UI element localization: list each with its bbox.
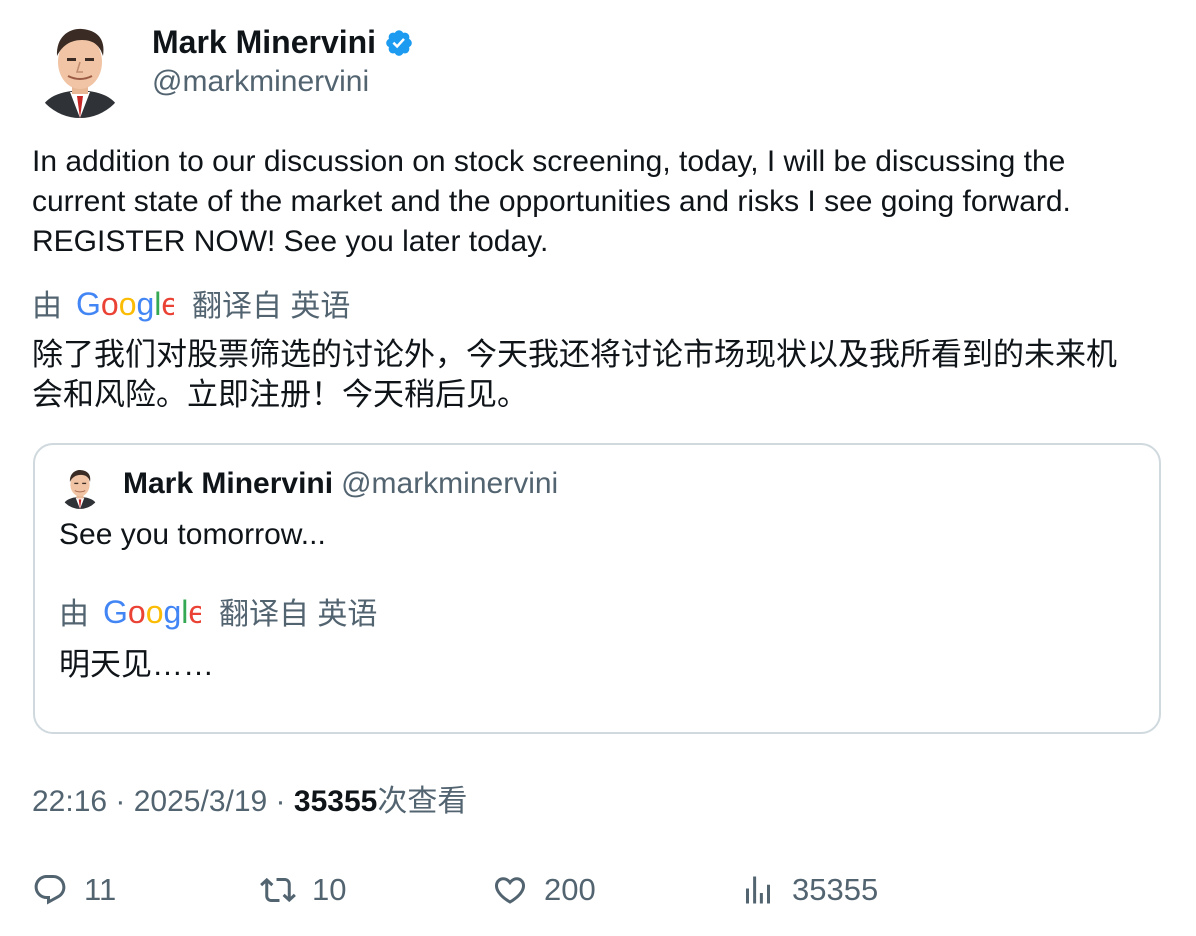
quoted-author[interactable]: Mark Minervini @markminervini — [123, 466, 558, 502]
translated-from-label: 翻译自 英语 — [192, 290, 351, 323]
tweet-date[interactable]: 2025/3/19 — [134, 785, 267, 818]
heart-icon — [494, 877, 526, 904]
retweet-icon — [260, 877, 296, 903]
translated-by-label: 由 — [32, 290, 62, 323]
translated-by-label: 由 — [59, 598, 89, 631]
quoted-tweet[interactable]: Mark Minervini @markminervini See you tom… — [33, 443, 1161, 734]
action-bar: 11 10 200 35355 — [32, 866, 1172, 914]
tweet-text-line: In addition to our discussion on stock s… — [32, 145, 1066, 178]
translated-text-line: 会和风险。立即注册！今天稍后见。 — [32, 377, 528, 412]
retweet-button[interactable]: 10 — [260, 866, 346, 914]
retweet-count: 10 — [312, 872, 347, 907]
quoted-author-avatar[interactable] — [59, 467, 101, 509]
translated-text: 除了我们对股票筛选的讨论外，今天我还将讨论市场现状以及我所看到的未来机 会和风险… — [32, 335, 1172, 415]
translated-text-line: 除了我们对股票筛选的讨论外，今天我还将讨论市场现状以及我所看到的未来机 — [32, 337, 1117, 372]
tweet-text-line: REGISTER NOW! See you later today. — [32, 225, 549, 258]
tweet-text-line: current state of the market and the oppo… — [32, 185, 1071, 218]
quoted-author-handle[interactable]: @markminervini — [341, 467, 558, 500]
views-count: 35355 — [293, 785, 378, 818]
translated-from-label: 翻译自 英语 — [219, 598, 378, 631]
author-name[interactable]: Mark Minervini — [152, 24, 414, 60]
views-button[interactable]: 35355 — [740, 866, 878, 914]
tweet-time[interactable]: 22:16 — [32, 785, 107, 818]
svg-text:Google: Google — [76, 288, 174, 322]
tweet-text: In addition to our discussion on stock s… — [32, 142, 1172, 262]
views-label: 次查看 — [377, 785, 468, 818]
like-count: 200 — [544, 872, 596, 907]
avatar-illustration — [59, 467, 101, 509]
verified-badge-icon — [386, 29, 412, 56]
author-avatar[interactable] — [32, 22, 128, 118]
analytics-icon — [746, 876, 770, 904]
views-action-count: 35355 — [792, 872, 879, 907]
google-logo-icon: Google — [76, 288, 174, 322]
quoted-translated-text: 明天见…… — [59, 647, 214, 682]
reply-count: 11 — [84, 872, 117, 907]
meta-separator: · — [107, 785, 134, 818]
svg-text:Google: Google — [103, 596, 201, 630]
like-button[interactable]: 200 — [492, 866, 596, 914]
author-name-text[interactable]: Mark Minervini — [152, 24, 376, 60]
quoted-author-name[interactable]: Mark Minervini — [123, 467, 333, 500]
quoted-tweet-text: See you tomorrow... — [59, 518, 326, 551]
translation-attribution[interactable]: 由 Google 翻译自 英语 — [32, 287, 350, 327]
tweet-meta: 22:16 · 2025/3/19 · 35355次查看 — [32, 782, 467, 822]
reply-icon — [34, 875, 66, 905]
reply-button[interactable]: 11 — [32, 866, 116, 914]
quoted-translation-attribution[interactable]: 由 Google 翻译自 英语 — [59, 595, 377, 635]
author-handle[interactable]: @markminervini — [152, 64, 369, 100]
avatar-illustration — [32, 22, 128, 118]
google-logo-icon: Google — [103, 596, 201, 630]
meta-separator: · — [267, 785, 294, 818]
